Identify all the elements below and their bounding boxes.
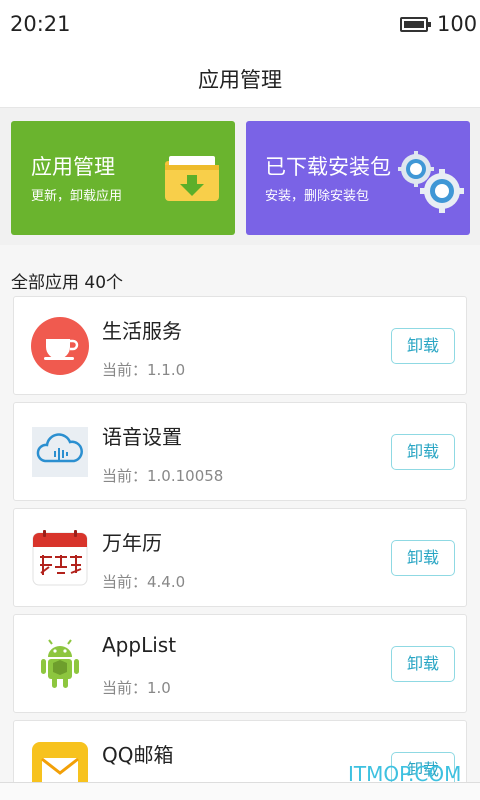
card-subtitle: 安装，删除安装包 bbox=[265, 189, 370, 204]
status-time: 20:21 bbox=[10, 12, 71, 36]
gears-icon bbox=[398, 151, 464, 213]
status-bar: 20:21 100 bbox=[0, 0, 480, 52]
list-item[interactable]: 生活服务 当前：1.1.0 卸载 bbox=[13, 296, 467, 395]
folder-download-icon bbox=[165, 156, 219, 201]
app-version: 当前：1.1.0 bbox=[102, 361, 186, 379]
app-version: 当前：1.0 bbox=[102, 679, 171, 697]
calendar-icon bbox=[32, 530, 88, 586]
teacup-icon bbox=[31, 317, 89, 375]
app-name: QQ邮箱 bbox=[102, 743, 174, 767]
app-management-card[interactable]: 应用管理 更新，卸载应用 bbox=[11, 121, 235, 235]
android-icon bbox=[41, 639, 79, 688]
app-name: 生活服务 bbox=[102, 319, 182, 343]
battery-icon bbox=[400, 17, 431, 32]
title-bar: 应用管理 bbox=[0, 52, 480, 108]
watermark: ITMOP.COM bbox=[348, 762, 462, 786]
card-title: 已下载安装包 bbox=[265, 155, 391, 179]
battery-level: 100 bbox=[437, 12, 478, 36]
list-item[interactable]: 语音设置 当前：1.0.10058 卸载 bbox=[13, 402, 467, 501]
list-item[interactable]: AppList 当前：1.0 卸载 bbox=[13, 614, 467, 713]
app-name: 万年历 bbox=[102, 531, 162, 555]
list-item[interactable]: 万年历 当前：4.4.0 卸载 bbox=[13, 508, 467, 607]
uninstall-button[interactable]: 卸载 bbox=[391, 540, 455, 576]
uninstall-button[interactable]: 卸载 bbox=[391, 434, 455, 470]
app-name: 语音设置 bbox=[102, 425, 182, 449]
page-title: 应用管理 bbox=[198, 68, 282, 92]
uninstall-button[interactable]: 卸载 bbox=[391, 328, 455, 364]
uninstall-button[interactable]: 卸载 bbox=[391, 646, 455, 682]
downloaded-packages-card[interactable]: 已下载安装包 安装，删除安装包 bbox=[246, 121, 470, 235]
app-version: 当前：4.4.0 bbox=[102, 573, 186, 591]
app-version: 当前：1.0.10058 bbox=[102, 467, 224, 485]
section-title: 全部应用 40个 bbox=[11, 273, 124, 293]
voice-cloud-icon bbox=[32, 427, 88, 477]
card-title: 应用管理 bbox=[31, 155, 115, 179]
card-subtitle: 更新，卸载应用 bbox=[31, 189, 123, 204]
app-name: AppList bbox=[102, 633, 177, 657]
